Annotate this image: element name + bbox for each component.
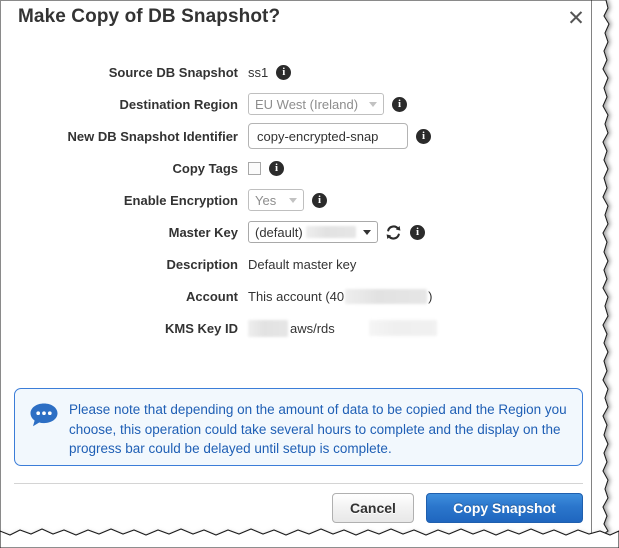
redacted-account-id	[345, 288, 428, 304]
form-row-copy-tags: Copy Tags i	[0, 152, 597, 184]
snapshot-form: Source DB Snapshot ss1 i Destination Reg…	[0, 56, 597, 344]
torn-edge-right	[591, 0, 619, 548]
master-key-select[interactable]: (default)	[248, 221, 378, 243]
refresh-icon[interactable]	[385, 224, 402, 241]
form-row-kms-key-id: KMS Key ID aws/rds	[0, 312, 597, 344]
form-row-new-db-snapshot-identifier: New DB Snapshot Identifier i	[0, 120, 597, 152]
info-note-box: Please note that depending on the amount…	[14, 388, 583, 466]
form-row-source-db-snapshot: Source DB Snapshot ss1 i	[0, 56, 597, 88]
dialog-header: Make Copy of DB Snapshot? ✕	[0, 0, 597, 36]
chevron-down-icon	[369, 102, 377, 107]
info-icon-new-db-snapshot-identifier[interactable]: i	[416, 128, 431, 144]
label-new-db-snapshot-identifier: New DB Snapshot Identifier	[67, 128, 238, 144]
value-account-prefix: This account (40	[248, 288, 345, 304]
copy-db-snapshot-dialog: Make Copy of DB Snapshot? ✕ Source DB Sn…	[0, 0, 619, 548]
new-db-snapshot-identifier-input[interactable]	[248, 123, 408, 149]
label-enable-encryption: Enable Encryption	[123, 192, 238, 208]
label-kms-key-id: KMS Key ID	[165, 320, 238, 336]
info-icon-enable-encryption[interactable]: i	[312, 192, 327, 208]
value-description: Default master key	[248, 256, 357, 272]
control-account: This account (40 )	[248, 284, 432, 308]
chevron-down-icon	[289, 198, 297, 203]
form-row-description: Description Default master key	[0, 248, 597, 280]
form-row-enable-encryption: Enable Encryption Yes i	[0, 184, 597, 216]
page-title: Make Copy of DB Snapshot?	[18, 6, 281, 27]
destination-region-value: EU West (Ireland)	[255, 96, 359, 112]
redacted-kms-key-id-extra	[368, 320, 437, 336]
master-key-value: (default)	[255, 224, 303, 240]
redacted-kms-key-id	[248, 319, 288, 337]
control-destination-region: EU West (Ireland) i	[248, 92, 407, 116]
label-copy-tags: Copy Tags	[172, 160, 239, 176]
info-note-text: Please note that depending on the amount…	[69, 402, 567, 456]
destination-region-select[interactable]: EU West (Ireland)	[248, 93, 384, 115]
label-account: Account	[186, 288, 238, 304]
form-row-destination-region: Destination Region EU West (Ireland) i	[0, 88, 597, 120]
cancel-button[interactable]: Cancel	[332, 493, 414, 523]
copy-snapshot-button[interactable]: Copy Snapshot	[426, 493, 583, 523]
control-copy-tags: i	[248, 156, 284, 180]
label-master-key: Master Key	[168, 224, 238, 240]
control-enable-encryption: Yes i	[248, 188, 327, 212]
form-row-master-key: Master Key (default) i	[0, 216, 597, 248]
control-description: Default master key	[248, 252, 356, 276]
form-row-account: Account This account (40 )	[0, 280, 597, 312]
speech-bubble-icon	[29, 402, 59, 428]
value-kms-key-id-suffix: aws/rds	[290, 320, 335, 336]
close-icon[interactable]: ✕	[565, 7, 587, 29]
label-destination-region: Destination Region	[119, 96, 238, 112]
torn-edge-bottom	[0, 522, 619, 548]
control-kms-key-id: aws/rds	[248, 316, 437, 340]
footer-divider	[14, 483, 583, 484]
info-icon-copy-tags[interactable]: i	[269, 160, 284, 176]
info-icon-master-key[interactable]: i	[410, 224, 425, 240]
info-icon-destination-region[interactable]: i	[392, 96, 407, 112]
label-source-db-snapshot: Source DB Snapshot	[108, 64, 238, 80]
enable-encryption-value: Yes	[255, 192, 277, 208]
control-master-key: (default) i	[248, 220, 425, 244]
label-description: Description	[166, 256, 238, 272]
redacted-master-key-name	[305, 226, 356, 238]
value-source-db-snapshot: ss1	[248, 64, 269, 80]
control-source-db-snapshot: ss1 i	[248, 60, 292, 84]
copy-tags-checkbox[interactable]	[248, 161, 261, 175]
chevron-down-icon	[363, 230, 371, 235]
enable-encryption-select[interactable]: Yes	[248, 189, 304, 211]
control-new-db-snapshot-identifier: i	[248, 123, 431, 149]
value-account-suffix: )	[428, 288, 433, 304]
info-icon-source-db-snapshot[interactable]: i	[276, 64, 292, 80]
